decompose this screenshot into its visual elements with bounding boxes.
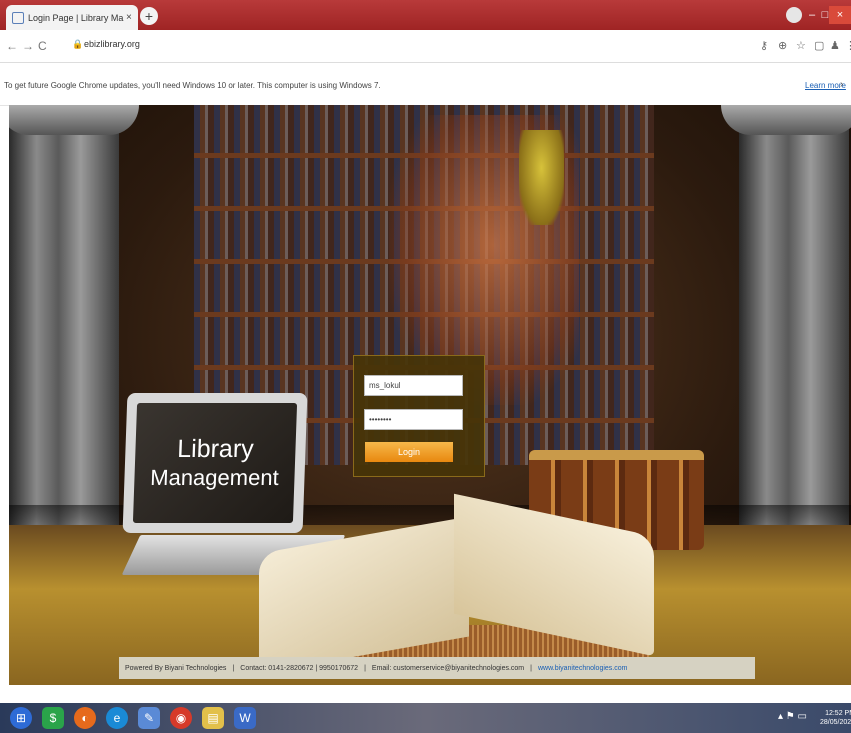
windows-taskbar: ⊞ $ ◐ e ✎ ◉ ▤ W ▴ ⚑ ▭ 12:52 PM 28/05/202… [0,703,851,733]
reload-icon[interactable]: C [38,39,47,53]
footer-separator: | [364,664,366,672]
menu-icon[interactable]: ⋮ [845,39,851,52]
laptop-title-line1: Library [176,435,255,463]
footer-separator: | [232,664,235,672]
zoom-icon[interactable]: ⊕ [778,39,787,52]
infobar-message: To get future Google Chrome updates, you… [4,81,381,90]
login-panel: Login [353,355,485,477]
ladder-figure [519,130,564,225]
new-tab-button[interactable]: + [140,7,158,25]
username-input[interactable] [364,375,463,396]
lock-icon: 🔒 [72,39,84,49]
library-scene: Library Management Login Powered By Biya… [9,105,851,685]
security-app-icon[interactable]: $ [42,707,64,729]
browser-titlebar: Login Page | Library Management × + – □ … [0,0,851,30]
chrome-icon[interactable]: ◉ [170,707,192,729]
left-pillar [9,105,119,535]
firefox-icon[interactable]: ◐ [74,707,96,729]
browser-tab[interactable]: Login Page | Library Management × [6,5,138,30]
password-input[interactable] [364,409,463,430]
extensions-icon[interactable]: ▢ [814,39,824,52]
window-close-icon[interactable]: × [829,6,851,24]
laptop-display: Library Management [132,403,298,523]
back-icon[interactable]: ← [6,39,18,53]
account-icon[interactable]: ♟ [830,39,840,52]
word-icon[interactable]: W [234,707,256,729]
paint-icon[interactable]: ✎ [138,707,160,729]
bookmark-star-icon[interactable]: ☆ [796,39,806,52]
infobar-close-icon[interactable]: › [840,79,843,90]
open-book [239,493,659,674]
footer-powered-by: Powered By Biyani Technologies [125,664,227,672]
laptop-title-line2: Management [149,465,280,490]
key-icon[interactable]: ⚷ [760,39,768,52]
footer-contact: Contact: 0141-2820672 | 9950170672 [240,664,359,672]
laptop-screen: Library Management [122,393,308,533]
file-explorer-icon[interactable]: ▤ [202,707,224,729]
footer-email: Email: customerservice@biyanitechnologie… [371,664,525,672]
footer-separator: | [530,664,532,672]
footer-bar: Powered By Biyani Technologies | Contact… [119,657,755,679]
edge-icon[interactable]: e [106,707,128,729]
tray-icons[interactable]: ▴ ⚑ ▭ [778,711,807,722]
profile-avatar[interactable] [786,7,802,23]
page-favicon-icon [12,11,24,24]
start-button-icon[interactable]: ⊞ [10,707,32,729]
tab-title: Login Page | Library Management [28,12,124,23]
tab-close-icon[interactable]: × [126,12,132,23]
left-pillar-capital [9,105,139,135]
footer-website-link[interactable]: www.biyanitechnologies.com [538,665,628,672]
right-pillar-capital [721,105,851,135]
books-top [529,450,704,460]
browser-toolbar: ← → C 🔒 ebizlibrary.org ⚷ ⊕ ☆ ▢ ♟ ⋮ [0,30,851,63]
url-text: ebizlibrary.org [84,39,140,49]
clock-time: 12:52 PM [825,710,851,717]
update-infobar: To get future Google Chrome updates, you… [0,63,851,106]
address-bar[interactable]: 🔒 ebizlibrary.org [72,37,732,55]
forward-icon[interactable]: → [22,39,34,53]
login-button[interactable]: Login [365,442,453,462]
minimize-icon[interactable]: – [805,6,819,24]
clock-date: 28/05/2021 [820,719,851,726]
taskbar-clock[interactable]: 12:52 PM 28/05/2021 [820,709,851,727]
right-pillar [739,105,849,535]
